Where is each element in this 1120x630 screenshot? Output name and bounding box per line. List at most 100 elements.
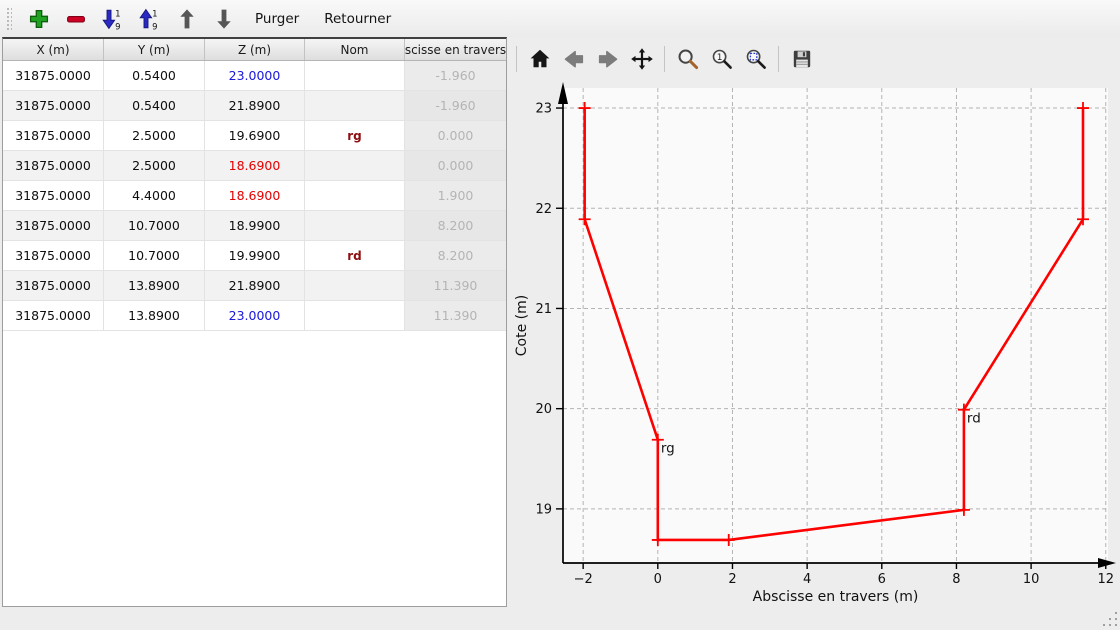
x-tick-label: 4 xyxy=(803,572,811,587)
cell-x[interactable]: 31875.0000 xyxy=(3,151,104,181)
cell-z[interactable]: 18.6900 xyxy=(205,181,305,211)
cell-y[interactable]: 13.8900 xyxy=(104,301,205,331)
zoom-button[interactable] xyxy=(674,45,701,73)
cell-y[interactable]: 10.7000 xyxy=(104,211,205,241)
cell-nom[interactable] xyxy=(305,211,405,241)
column-header-1[interactable]: Y (m) xyxy=(104,39,205,60)
toolbar-separator xyxy=(778,46,779,72)
cell-x[interactable]: 31875.0000 xyxy=(3,91,104,121)
cell-z[interactable]: 18.9900 xyxy=(205,211,305,241)
add-row-button[interactable] xyxy=(25,4,53,34)
cell-abscisse[interactable]: 11.390 xyxy=(405,271,506,301)
cell-abscisse[interactable]: 0.000 xyxy=(405,151,506,181)
svg-text:1: 1 xyxy=(152,9,157,19)
toolbar-separator xyxy=(516,46,517,72)
cell-x[interactable]: 31875.0000 xyxy=(3,181,104,211)
zoom-window-button[interactable] xyxy=(742,45,769,73)
plot-background xyxy=(563,88,1108,563)
back-button[interactable] xyxy=(560,45,587,73)
move-up-button[interactable] xyxy=(173,4,201,34)
cell-x[interactable]: 31875.0000 xyxy=(3,241,104,271)
delete-row-button[interactable] xyxy=(62,4,90,34)
sort-ascending-button[interactable]: 19 xyxy=(99,4,127,34)
cell-nom[interactable] xyxy=(305,91,405,121)
profile-plot[interactable]: −20246810121920212223Abscisse en travers… xyxy=(510,35,1120,610)
x-tick-label: 8 xyxy=(952,572,960,587)
cell-nom[interactable]: rd xyxy=(305,241,405,271)
cell-z[interactable]: 21.8900 xyxy=(205,271,305,301)
cell-nom[interactable] xyxy=(305,271,405,301)
table-row: 31875.000013.890021.8900 11.390 xyxy=(3,271,506,301)
cell-z[interactable]: 21.8900 xyxy=(205,91,305,121)
window-resize-grip[interactable] xyxy=(1097,606,1117,626)
magnifier-rect-icon xyxy=(744,47,768,71)
y-axis-label: Cote (m) xyxy=(514,295,530,356)
cell-abscisse[interactable]: -1.960 xyxy=(405,61,506,91)
cell-abscisse[interactable]: 8.200 xyxy=(405,241,506,271)
move-down-button[interactable] xyxy=(210,4,238,34)
cell-nom[interactable] xyxy=(305,61,405,91)
figure-panel: −20246810121920212223Abscisse en travers… xyxy=(510,35,1120,610)
cell-y[interactable]: 2.5000 xyxy=(104,151,205,181)
cell-x[interactable]: 31875.0000 xyxy=(3,211,104,241)
back-arrow-icon xyxy=(562,47,586,71)
svg-text:9: 9 xyxy=(115,22,120,31)
table-header-row: X (m)Y (m)Z (m)Nomscisse en travers xyxy=(3,39,506,61)
y-tick-label: 19 xyxy=(535,502,552,517)
x-tick-label: 12 xyxy=(1097,572,1114,587)
x-tick-label: 0 xyxy=(654,572,662,587)
magnifier-one-icon: 1 xyxy=(710,47,734,71)
cell-abscisse[interactable]: 0.000 xyxy=(405,121,506,151)
retourner-button[interactable]: Retourner xyxy=(316,6,399,32)
cell-z[interactable]: 19.6900 xyxy=(205,121,305,151)
pan-button[interactable] xyxy=(628,45,655,73)
cell-y[interactable]: 13.8900 xyxy=(104,271,205,301)
cell-z[interactable]: 23.0000 xyxy=(205,301,305,331)
plus-icon xyxy=(27,7,51,31)
sort-descending-button[interactable]: 19 xyxy=(136,4,164,34)
cell-y[interactable]: 2.5000 xyxy=(104,121,205,151)
cell-x[interactable]: 31875.0000 xyxy=(3,61,104,91)
arrow-down-icon xyxy=(212,7,236,31)
table-row: 31875.000013.890023.0000 11.390 xyxy=(3,301,506,331)
y-tick-label: 23 xyxy=(535,102,552,117)
cell-y[interactable]: 4.4000 xyxy=(104,181,205,211)
home-button[interactable] xyxy=(526,45,553,73)
column-header-4[interactable]: scisse en travers xyxy=(405,39,506,60)
cell-y[interactable]: 10.7000 xyxy=(104,241,205,271)
cell-z[interactable]: 18.6900 xyxy=(205,151,305,181)
cell-nom[interactable]: rg xyxy=(305,121,405,151)
cell-abscisse[interactable]: 1.900 xyxy=(405,181,506,211)
figure-toolbar: 1 xyxy=(514,43,815,75)
cell-z[interactable]: 19.9900 xyxy=(205,241,305,271)
table-row: 31875.000010.700019.9900rd8.200 xyxy=(3,241,506,271)
cell-y[interactable]: 0.5400 xyxy=(104,91,205,121)
cell-x[interactable]: 31875.0000 xyxy=(3,301,104,331)
cell-y[interactable]: 0.5400 xyxy=(104,61,205,91)
pan-icon xyxy=(630,47,654,71)
zoom-original-button[interactable]: 1 xyxy=(708,45,735,73)
purger-button[interactable]: Purger xyxy=(247,6,307,32)
column-header-0[interactable]: X (m) xyxy=(3,39,104,60)
cell-x[interactable]: 31875.0000 xyxy=(3,271,104,301)
cell-nom[interactable] xyxy=(305,151,405,181)
save-figure-button[interactable] xyxy=(788,45,815,73)
x-tick-label: 2 xyxy=(728,572,736,587)
home-icon xyxy=(528,47,552,71)
cell-nom[interactable] xyxy=(305,181,405,211)
cell-abscisse[interactable]: -1.960 xyxy=(405,91,506,121)
table-row: 31875.00002.500019.6900rg0.000 xyxy=(3,121,506,151)
forward-button[interactable] xyxy=(594,45,621,73)
toolbar-separator xyxy=(664,46,665,72)
cell-abscisse[interactable]: 8.200 xyxy=(405,211,506,241)
column-header-3[interactable]: Nom xyxy=(305,39,405,60)
cell-x[interactable]: 31875.0000 xyxy=(3,121,104,151)
svg-text:9: 9 xyxy=(152,22,157,31)
toolbar-grip-handle[interactable] xyxy=(6,7,12,31)
table-row: 31875.00000.540023.0000 -1.960 xyxy=(3,61,506,91)
cell-abscisse[interactable]: 11.390 xyxy=(405,301,506,331)
cell-nom[interactable] xyxy=(305,301,405,331)
column-header-2[interactable]: Z (m) xyxy=(205,39,305,60)
save-icon xyxy=(790,47,814,71)
cell-z[interactable]: 23.0000 xyxy=(205,61,305,91)
